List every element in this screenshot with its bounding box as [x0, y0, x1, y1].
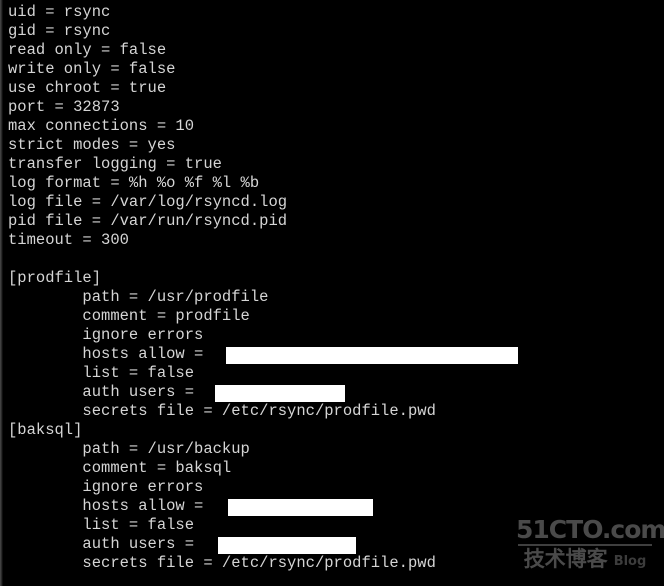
config-line: path = /usr/backup	[8, 440, 250, 458]
config-line: log file = /var/log/rsyncd.log	[8, 193, 288, 211]
config-line: ignore errors	[8, 326, 204, 344]
config-line: write only = false	[8, 60, 176, 78]
config-line: timeout = 300	[8, 231, 129, 249]
window-left-edge	[0, 0, 3, 586]
redaction-bar	[228, 499, 373, 516]
config-line: gid = rsync	[8, 22, 111, 40]
config-line: pid file = /var/run/rsyncd.pid	[8, 212, 288, 230]
config-line: read only = false	[8, 41, 167, 59]
config-line: [baksql]	[8, 421, 83, 439]
config-file-content: uid = rsync gid = rsync read only = false w…	[8, 3, 664, 573]
config-line: max connections = 10	[8, 117, 195, 135]
config-line	[8, 250, 664, 269]
config-line: strict modes = yes	[8, 136, 176, 154]
config-line: comment = baksql	[8, 459, 232, 477]
config-line: use chroot = true	[8, 79, 167, 97]
config-line: secrets file = /etc/rsync/prodfile.pwd	[8, 402, 436, 420]
config-line: secrets file = /etc/rsync/prodfile.pwd	[8, 554, 436, 572]
config-line: hosts allow =	[8, 345, 664, 364]
terminal-window: uid = rsync gid = rsync read only = false w…	[0, 0, 664, 586]
config-line: log format = %h %o %f %l %b	[8, 174, 260, 192]
redaction-bar	[226, 347, 518, 364]
config-line: auth users =	[8, 535, 664, 554]
config-line: uid = rsync	[8, 3, 111, 21]
config-line: [prodfile]	[8, 269, 102, 287]
config-line: comment = prodfile	[8, 307, 250, 325]
config-line: path = /usr/prodfile	[8, 288, 269, 306]
config-line: ignore errors	[8, 478, 204, 496]
redaction-bar	[215, 385, 345, 402]
config-line: auth users =	[8, 383, 664, 402]
redaction-bar	[218, 537, 356, 554]
config-line: hosts allow =	[8, 497, 664, 516]
config-line: port = 32873	[8, 98, 120, 116]
config-line: list = false	[8, 364, 195, 382]
config-line: transfer logging = true	[8, 155, 222, 173]
config-line: list = false	[8, 516, 195, 534]
